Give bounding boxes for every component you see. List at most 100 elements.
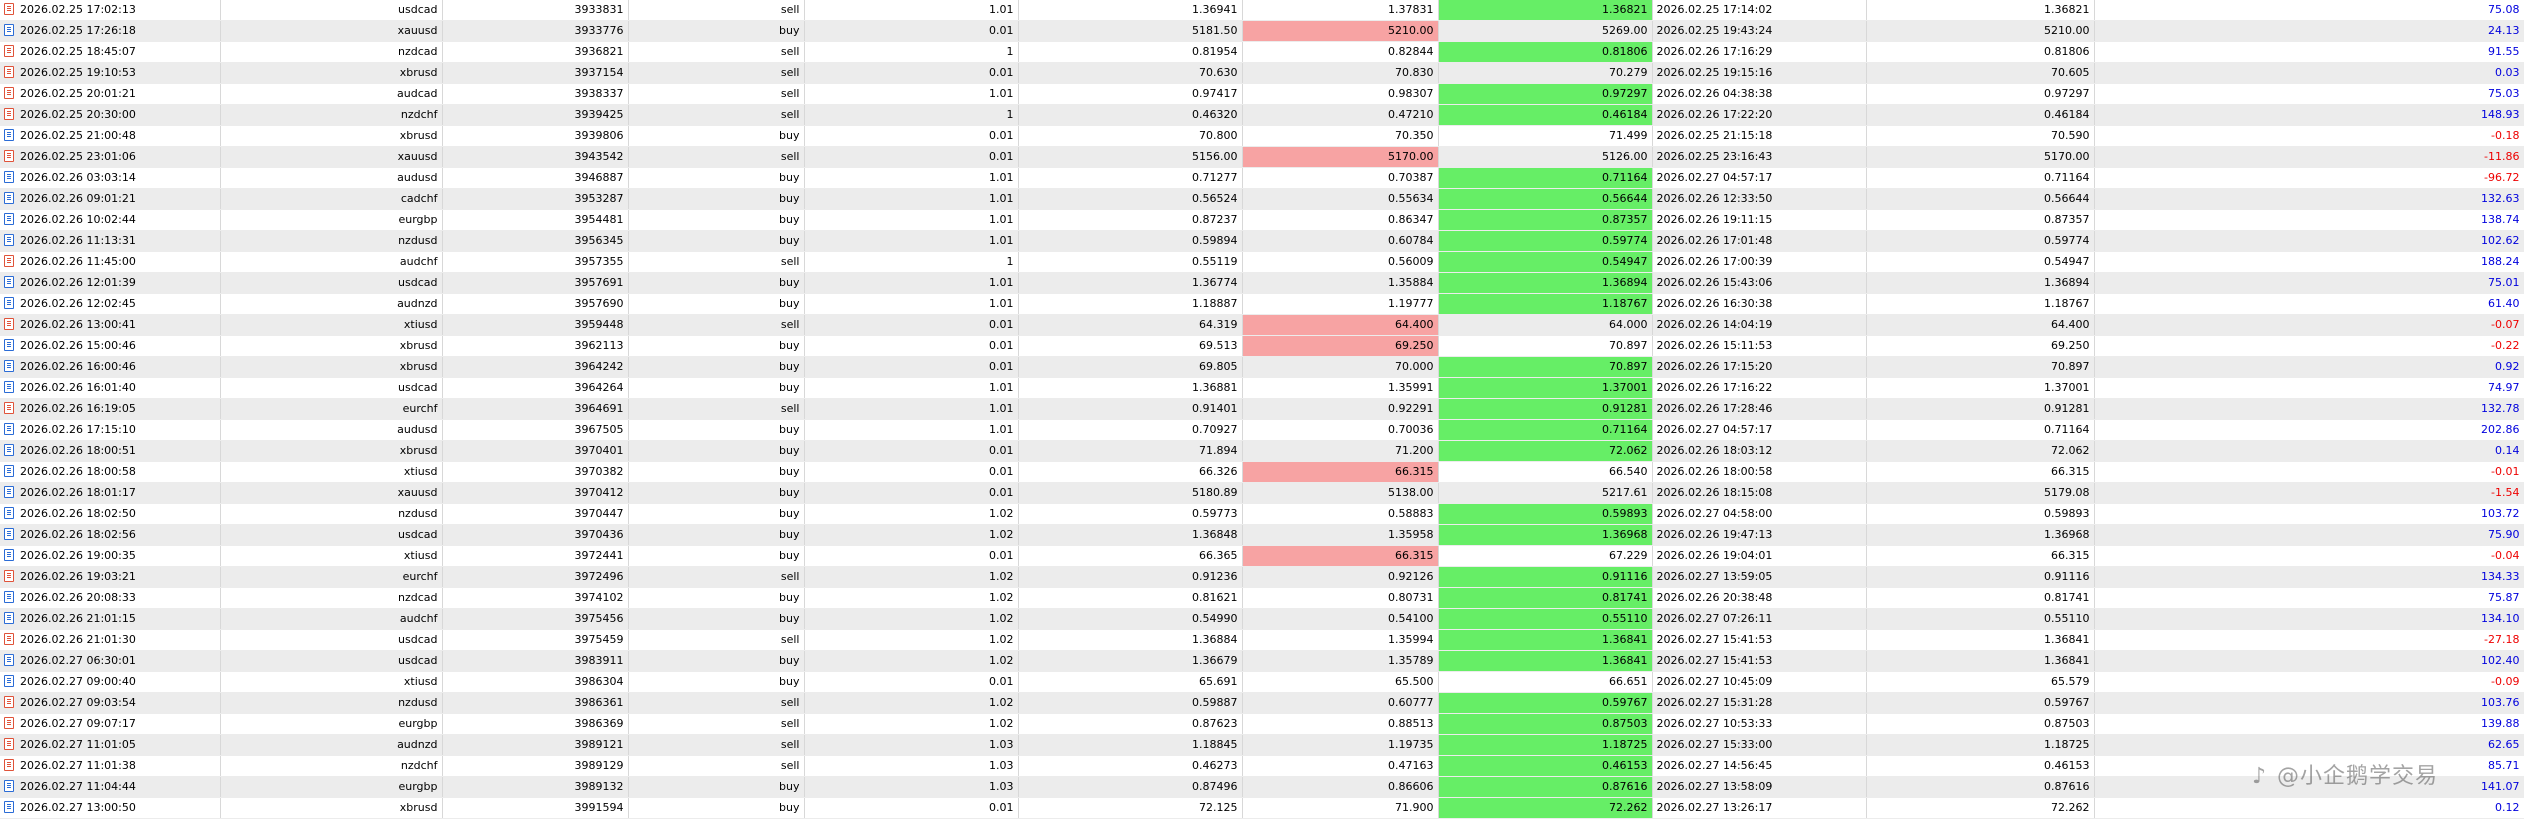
take-profit-cell: 0.59893 [1438,503,1653,525]
table-row[interactable]: 2026.02.27 11:01:38 nzdchf 3989129 sell 1.03… [0,755,2524,777]
close-price-cell: 66.315 [1866,545,2095,567]
table-row[interactable]: 2026.02.26 18:00:58 xtiusd 3970382 buy 0.01 6… [0,461,2524,483]
symbol-cell: xbrusd [220,797,443,819]
profit-cell: -0.18 [2094,125,2524,147]
open-time-text: 2026.02.25 17:02:13 [20,3,136,16]
stop-loss-cell: 71.200 [1242,440,1439,462]
table-row[interactable]: 2026.02.27 13:00:50 xbrusd 3991594 buy 0.01 7… [0,797,2524,819]
type-cell: buy [628,776,805,798]
profit-cell: 141.07 [2094,776,2524,798]
table-row[interactable]: 2026.02.26 10:02:44 eurgbp 3954481 buy 1.01 0… [0,209,2524,231]
buy-order-icon [4,465,14,477]
take-profit-cell: 0.59774 [1438,230,1653,252]
type-cell: buy [628,188,805,210]
sell-order-icon [4,3,14,15]
ticket-cell: 3939806 [442,125,629,147]
volume-cell: 0.01 [804,125,1019,147]
volume-cell: 0.01 [804,461,1019,483]
stop-loss-cell: 64.400 [1242,314,1439,336]
buy-order-icon [4,507,14,519]
take-profit-cell: 0.87503 [1438,713,1653,735]
stop-loss-cell: 0.92291 [1242,398,1439,420]
symbol-cell: usdcad [220,524,443,546]
table-row[interactable]: 2026.02.26 16:01:40 usdcad 3964264 buy 1.01 1… [0,377,2524,399]
table-row[interactable]: 2026.02.26 12:01:39 usdcad 3957691 buy 1.01 1… [0,272,2524,294]
open-price-cell: 0.55119 [1018,251,1243,273]
table-row[interactable]: 2026.02.25 19:10:53 xbrusd 3937154 sell 0.01… [0,62,2524,84]
table-row[interactable]: 2026.02.26 19:03:21 eurchf 3972496 sell 1.02… [0,566,2524,588]
table-row[interactable]: 2026.02.25 20:01:21 audcad 3938337 sell 1.01… [0,83,2524,105]
symbol-cell: eurgbp [220,776,443,798]
close-time-cell: 2026.02.25 17:14:02 [1652,0,1867,21]
table-row[interactable]: 2026.02.27 09:07:17 eurgbp 3986369 sell 1.02… [0,713,2524,735]
table-row[interactable]: 2026.02.25 20:30:00 nzdchf 3939425 sell 1 0.4… [0,104,2524,126]
table-row[interactable]: 2026.02.25 18:45:07 nzdcad 3936821 sell 1 0.8… [0,41,2524,63]
table-row[interactable]: 2026.02.25 21:00:48 xbrusd 3939806 buy 0.01 7… [0,125,2524,147]
table-row[interactable]: 2026.02.26 17:15:10 audusd 3967505 buy 1.01 0… [0,419,2524,441]
symbol-cell: eurchf [220,398,443,420]
volume-cell: 1.01 [804,377,1019,399]
volume-cell: 0.01 [804,797,1019,819]
ticket-cell: 3972496 [442,566,629,588]
symbol-cell: eurgbp [220,209,443,231]
table-row[interactable]: 2026.02.26 13:00:41 xtiusd 3959448 sell 0.01… [0,314,2524,336]
open-price-cell: 0.87623 [1018,713,1243,735]
table-row[interactable]: 2026.02.27 11:04:44 eurgbp 3989132 buy 1.03 0… [0,776,2524,798]
table-row[interactable]: 2026.02.26 19:00:35 xtiusd 3972441 buy 0.01 6… [0,545,2524,567]
ticket-cell: 3954481 [442,209,629,231]
symbol-cell: cadchf [220,188,443,210]
open-price-cell: 65.691 [1018,671,1243,693]
table-row[interactable]: 2026.02.26 12:02:45 audnzd 3957690 buy 1.01 1… [0,293,2524,315]
volume-cell: 1.01 [804,293,1019,315]
symbol-cell: audcad [220,83,443,105]
ticket-cell: 3975456 [442,608,629,630]
open-time-cell: 2026.02.26 09:01:21 [0,188,221,210]
open-time-cell: 2026.02.26 18:02:50 [0,503,221,525]
close-price-cell: 1.37001 [1866,377,2095,399]
type-cell: buy [628,461,805,483]
take-profit-cell: 66.540 [1438,461,1653,483]
open-price-cell: 0.81954 [1018,41,1243,63]
table-row[interactable]: 2026.02.26 03:03:14 audusd 3946887 buy 1.01 0… [0,167,2524,189]
table-row[interactable]: 2026.02.26 09:01:21 cadchf 3953287 buy 1.01 0… [0,188,2524,210]
table-row[interactable]: 2026.02.26 16:19:05 eurchf 3964691 sell 1.01… [0,398,2524,420]
table-row[interactable]: 2026.02.26 20:08:33 nzdcad 3974102 buy 1.02 0… [0,587,2524,609]
close-time-cell: 2026.02.26 16:30:38 [1652,293,1867,315]
symbol-cell: audchf [220,608,443,630]
volume-cell: 0.01 [804,671,1019,693]
table-row[interactable]: 2026.02.26 15:00:46 xbrusd 3962113 buy 0.01 6… [0,335,2524,357]
open-time-text: 2026.02.26 13:00:41 [20,318,136,331]
close-price-cell: 1.18725 [1866,734,2095,756]
table-row[interactable]: 2026.02.27 11:01:05 audnzd 3989121 sell 1.03… [0,734,2524,756]
open-time-cell: 2026.02.26 11:13:31 [0,230,221,252]
profit-cell: 132.63 [2094,188,2524,210]
table-row[interactable]: 2026.02.26 18:02:56 usdcad 3970436 buy 1.02 1… [0,524,2524,546]
open-price-cell: 1.36881 [1018,377,1243,399]
table-row[interactable]: 2026.02.26 11:45:00 audchf 3957355 sell 1 0.5… [0,251,2524,273]
table-row[interactable]: 2026.02.26 21:01:15 audchf 3975456 buy 1.02 0… [0,608,2524,630]
ticket-cell: 3989121 [442,734,629,756]
table-row[interactable]: 2026.02.26 18:02:50 nzdusd 3970447 buy 1.02 0… [0,503,2524,525]
table-row[interactable]: 2026.02.27 06:30:01 usdcad 3983911 buy 1.02 1… [0,650,2524,672]
open-time-text: 2026.02.25 19:10:53 [20,66,136,79]
table-row[interactable]: 2026.02.25 17:26:18 xauusd 3933776 buy 0.01 5… [0,20,2524,42]
table-row[interactable]: 2026.02.27 09:03:54 nzdusd 3986361 sell 1.02… [0,692,2524,714]
buy-order-icon [4,234,14,246]
table-row[interactable]: 2026.02.26 11:13:31 nzdusd 3956345 buy 1.01 0… [0,230,2524,252]
table-row[interactable]: 2026.02.26 16:00:46 xbrusd 3964242 buy 0.01 6… [0,356,2524,378]
close-time-cell: 2026.02.26 18:00:58 [1652,461,1867,483]
table-row[interactable]: 2026.02.27 09:00:40 xtiusd 3986304 buy 0.01 6… [0,671,2524,693]
table-row[interactable]: 2026.02.26 21:01:30 usdcad 3975459 sell 1.02… [0,629,2524,651]
type-cell: sell [628,566,805,588]
type-cell: buy [628,230,805,252]
table-row[interactable]: 2026.02.25 23:01:06 xauusd 3943542 sell 0.01… [0,146,2524,168]
profit-cell: 103.72 [2094,503,2524,525]
profit-cell: -96.72 [2094,167,2524,189]
table-row[interactable]: 2026.02.25 17:02:13 usdcad 3933831 sell 1.01… [0,0,2524,21]
table-row[interactable]: 2026.02.26 18:01:17 xauusd 3970412 buy 0.01 5… [0,482,2524,504]
profit-cell: -0.07 [2094,314,2524,336]
symbol-cell: eurchf [220,566,443,588]
table-row[interactable]: 2026.02.26 18:00:51 xbrusd 3970401 buy 0.01 7… [0,440,2524,462]
volume-cell: 1.02 [804,629,1019,651]
volume-cell: 1 [804,104,1019,126]
